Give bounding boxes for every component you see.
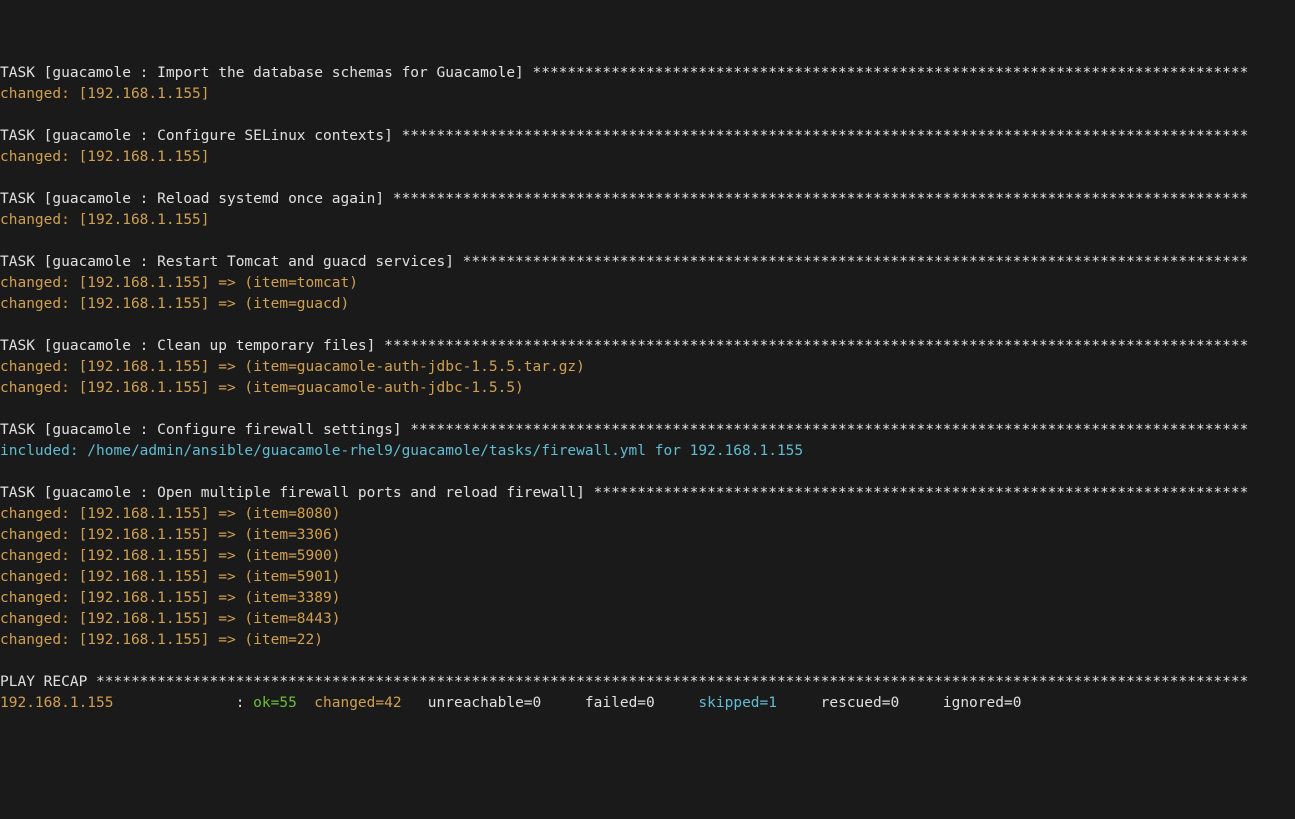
- recap-skipped: skipped=1: [698, 695, 820, 711]
- task-title: TASK [guacamole : Configure SELinux cont…: [0, 128, 1248, 144]
- task-result: changed: [192.168.1.155] => (item=22): [0, 630, 1295, 651]
- task-title: TASK [guacamole : Open multiple firewall…: [0, 485, 1248, 501]
- task-included: included: /home/admin/ansible/guacamole-…: [0, 441, 1295, 462]
- task-header: TASK [guacamole : Configure firewall set…: [0, 420, 1295, 441]
- recap-rescued: rescued=0: [821, 695, 943, 711]
- task-result: changed: [192.168.1.155]: [0, 210, 1295, 231]
- task-result: changed: [192.168.1.155] => (item=5900): [0, 546, 1295, 567]
- task-result: changed: [192.168.1.155] => (item=guacam…: [0, 357, 1295, 378]
- task-result: changed: [192.168.1.155] => (item=tomcat…: [0, 273, 1295, 294]
- result-text: changed: [192.168.1.155] => (item=3306): [0, 527, 340, 543]
- task-result: changed: [192.168.1.155] => (item=8080): [0, 504, 1295, 525]
- task-result: changed: [192.168.1.155] => (item=3306): [0, 525, 1295, 546]
- task-result: changed: [192.168.1.155] => (item=guacam…: [0, 378, 1295, 399]
- task-result: changed: [192.168.1.155]: [0, 84, 1295, 105]
- recap-ok: ok=55: [253, 695, 314, 711]
- result-text: changed: [192.168.1.155] => (item=guacam…: [0, 359, 585, 375]
- task-title: TASK [guacamole : Reload systemd once ag…: [0, 191, 1248, 207]
- task-result: changed: [192.168.1.155] => (item=guacd): [0, 294, 1295, 315]
- task-result: changed: [192.168.1.155] => (item=8443): [0, 609, 1295, 630]
- task-title: TASK [guacamole : Restart Tomcat and gua…: [0, 254, 1248, 270]
- task-header: TASK [guacamole : Reload systemd once ag…: [0, 189, 1295, 210]
- recap-failed: failed=0: [585, 695, 699, 711]
- task-result: changed: [192.168.1.155]: [0, 147, 1295, 168]
- task-header: TASK [guacamole : Clean up temporary fil…: [0, 336, 1295, 357]
- recap-ignored: ignored=0: [943, 695, 1022, 711]
- task-title: TASK [guacamole : Import the database sc…: [0, 65, 1248, 81]
- task-header: TASK [guacamole : Open multiple firewall…: [0, 483, 1295, 504]
- result-text: changed: [192.168.1.155] => (item=tomcat…: [0, 275, 358, 291]
- play-recap-row: 192.168.1.155 : ok=55 changed=42 unreach…: [0, 693, 1295, 714]
- recap-unreachable: unreachable=0: [428, 695, 585, 711]
- result-text: changed: [192.168.1.155] => (item=5901): [0, 569, 340, 585]
- result-text: changed: [192.168.1.155]: [0, 212, 210, 228]
- result-text: changed: [192.168.1.155]: [0, 149, 210, 165]
- recap-title: PLAY RECAP *****************************…: [0, 674, 1248, 690]
- task-result: changed: [192.168.1.155] => (item=5901): [0, 567, 1295, 588]
- result-text: changed: [192.168.1.155] => (item=22): [0, 632, 323, 648]
- result-text: changed: [192.168.1.155] => (item=3389): [0, 590, 340, 606]
- recap-host: 192.168.1.155: [0, 695, 236, 711]
- result-text: changed: [192.168.1.155] => (item=8443): [0, 611, 340, 627]
- result-text: changed: [192.168.1.155]: [0, 86, 210, 102]
- result-text: changed: [192.168.1.155] => (item=5900): [0, 548, 340, 564]
- result-text: changed: [192.168.1.155] => (item=guacam…: [0, 380, 524, 396]
- play-recap-header: PLAY RECAP *****************************…: [0, 672, 1295, 693]
- task-header: TASK [guacamole : Configure SELinux cont…: [0, 126, 1295, 147]
- task-title: TASK [guacamole : Clean up temporary fil…: [0, 338, 1248, 354]
- task-title: TASK [guacamole : Configure firewall set…: [0, 422, 1248, 438]
- task-result: changed: [192.168.1.155] => (item=3389): [0, 588, 1295, 609]
- result-text: changed: [192.168.1.155] => (item=8080): [0, 506, 340, 522]
- included-path: included: /home/admin/ansible/guacamole-…: [0, 443, 803, 459]
- recap-changed: changed=42: [314, 695, 428, 711]
- result-text: changed: [192.168.1.155] => (item=guacd): [0, 296, 349, 312]
- terminal-output: TASK [guacamole : Import the database sc…: [0, 63, 1295, 714]
- task-header: TASK [guacamole : Import the database sc…: [0, 63, 1295, 84]
- task-header: TASK [guacamole : Restart Tomcat and gua…: [0, 252, 1295, 273]
